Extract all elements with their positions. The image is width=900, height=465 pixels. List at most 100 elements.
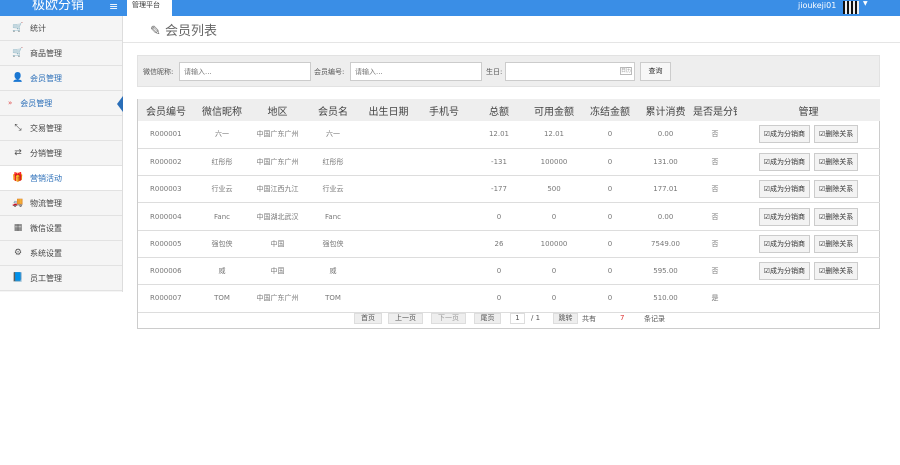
- table-cell: 131.00: [638, 148, 693, 177]
- table-cell: 0: [582, 121, 638, 149]
- sidebar: 🛒 统计 🛒 商品管理 👤 会员管理 » 会员管理 ⤡ 交易管理 ⇄ 分销管理 🎁 营销活动 🚚 物流管理 ▦ 微…: [0, 16, 123, 292]
- column-header: 会员名: [305, 99, 361, 121]
- actions-cell: ☑成为分销商 ☑删除关系: [737, 202, 880, 231]
- prev-page-button[interactable]: 上一页: [388, 313, 423, 324]
- become-distributor-button[interactable]: ☑成为分销商: [758, 207, 810, 226]
- caret-down-icon[interactable]: ▼: [863, 0, 868, 7]
- remove-relation-button[interactable]: ☑删除关系: [814, 152, 859, 171]
- table-cell: [361, 175, 416, 204]
- column-header: 总额: [472, 99, 526, 121]
- sidebar-item-3[interactable]: » 会员管理: [0, 91, 123, 116]
- table-cell: 0: [582, 148, 638, 177]
- sidebar-item-0[interactable]: 🛒 统计: [0, 16, 122, 41]
- become-distributor-button[interactable]: ☑成为分销商: [758, 125, 810, 144]
- sidebar-item-2[interactable]: 👤 会员管理: [0, 66, 122, 91]
- nickname-input[interactable]: [179, 62, 311, 81]
- birthday-input[interactable]: [505, 62, 635, 81]
- tab-management-platform[interactable]: 管理平台: [127, 0, 172, 16]
- table-cell: Fanc: [194, 202, 250, 231]
- table-cell: [416, 257, 472, 286]
- page-input[interactable]: 1: [510, 313, 525, 324]
- table-cell: [361, 230, 416, 258]
- sidebar-item-4[interactable]: ⤡ 交易管理: [0, 116, 122, 141]
- cart-icon: 🛒: [12, 23, 24, 33]
- table-row: R000004 Fanc 中国湖北武汉 Fanc 0 0 0 0.00 否 ☑成为分销商 ☑删除关系: [138, 202, 880, 231]
- table-cell: 红彤彤: [305, 148, 361, 177]
- table-cell: R000004: [138, 202, 194, 231]
- sidebar-item-6[interactable]: 🎁 营销活动: [0, 166, 122, 191]
- remove-relation-button[interactable]: ☑删除关系: [814, 180, 859, 199]
- table-cell: Fanc: [305, 202, 361, 231]
- pagination: 首页 上一页 下一页 尾页 1 / 1 跳转 共有 7 条记录: [138, 309, 879, 327]
- table-cell: 100000: [526, 148, 582, 177]
- table-cell: [416, 202, 472, 231]
- become-distributor-button[interactable]: ☑成为分销商: [758, 180, 810, 199]
- menu-toggle-icon[interactable]: ≡: [109, 0, 118, 14]
- sidebar-item-label: 交易管理: [30, 123, 62, 133]
- remove-relation-button[interactable]: ☑删除关系: [814, 207, 859, 226]
- table-cell: [361, 257, 416, 286]
- jump-button[interactable]: 跳转: [553, 313, 578, 324]
- sidebar-item-8[interactable]: ▦ 微信设置: [0, 216, 122, 241]
- member-id-input[interactable]: [350, 62, 482, 81]
- sidebar-item-5[interactable]: ⇄ 分销管理: [0, 141, 122, 166]
- actions-cell: ☑成为分销商 ☑删除关系: [737, 230, 880, 258]
- sidebar-item-label: 微信设置: [30, 223, 62, 233]
- remove-relation-button[interactable]: ☑删除关系: [814, 262, 859, 281]
- sidebar-item-9[interactable]: ⚙ 系统设置: [0, 241, 122, 266]
- remove-relation-button[interactable]: ☑删除关系: [814, 125, 859, 144]
- active-pointer: [117, 96, 123, 112]
- table-cell: 177.01: [638, 175, 693, 204]
- table-cell: 0: [526, 257, 582, 286]
- table-cell: 0: [582, 175, 638, 204]
- remove-relation-button[interactable]: ☑删除关系: [814, 234, 859, 253]
- first-page-button[interactable]: 首页: [354, 313, 382, 324]
- table-cell: [416, 230, 472, 258]
- become-distributor-button[interactable]: ☑成为分销商: [758, 234, 810, 253]
- chevron-right-icon: »: [8, 99, 13, 107]
- table-cell: [361, 148, 416, 177]
- divider: [123, 42, 900, 43]
- table-cell: R000002: [138, 148, 194, 177]
- table-cell: 中国江西九江: [250, 175, 305, 204]
- table-cell: 否: [693, 121, 737, 149]
- become-distributor-button[interactable]: ☑成为分销商: [758, 152, 810, 171]
- column-header: 累计消费: [638, 99, 693, 121]
- table-cell: 0: [582, 230, 638, 258]
- calendar-icon[interactable]: 日历: [620, 67, 632, 75]
- column-header: 是否是分销商: [693, 99, 737, 121]
- become-distributor-button[interactable]: ☑成为分销商: [758, 262, 810, 281]
- table-cell: [416, 121, 472, 149]
- sidebar-item-10[interactable]: 📘 员工管理: [0, 266, 122, 291]
- next-page-button[interactable]: 下一页: [431, 313, 466, 324]
- table-cell: 0.00: [638, 121, 693, 149]
- sidebar-item-label: 系统设置: [30, 248, 62, 258]
- table-cell: 行业云: [194, 175, 250, 204]
- last-page-button[interactable]: 尾页: [474, 313, 501, 324]
- table-cell: 26: [472, 230, 526, 258]
- table-cell: 0: [472, 284, 526, 313]
- sidebar-item-label: 统计: [30, 23, 46, 33]
- table-cell: 否: [693, 202, 737, 231]
- search-panel: 微信昵称: 会员编号: 生日: 日历 查询: [137, 55, 880, 87]
- column-header: 管理: [737, 99, 880, 121]
- sidebar-item-1[interactable]: 🛒 商品管理: [0, 41, 122, 66]
- birthday-label: 生日:: [486, 68, 503, 76]
- table-cell: 否: [693, 148, 737, 177]
- gear-icon: ⚙: [13, 248, 23, 258]
- logo: 极欧分销: [32, 0, 85, 13]
- table-cell: 12.01: [526, 121, 582, 149]
- sidebar-item-7[interactable]: 🚚 物流管理: [0, 191, 122, 216]
- qrcode-avatar-icon[interactable]: [843, 1, 859, 14]
- shuffle-icon: ⇄: [14, 148, 22, 158]
- table-row: R000006 威中国威 0 0 0 595.00 否 ☑成为分销商 ☑删除关系: [138, 257, 880, 286]
- sidebar-item-label: 物流管理: [30, 198, 62, 208]
- sidebar-item-label: 会员管理: [30, 73, 62, 83]
- query-button[interactable]: 查询: [640, 62, 671, 81]
- table-cell: 12.01: [472, 121, 526, 149]
- username[interactable]: jioukeji01: [798, 0, 836, 11]
- table-cell: -131: [472, 148, 526, 177]
- table-cell: 0: [472, 202, 526, 231]
- column-header: 会员编号: [138, 99, 194, 121]
- table-cell: 红彤彤: [194, 148, 250, 177]
